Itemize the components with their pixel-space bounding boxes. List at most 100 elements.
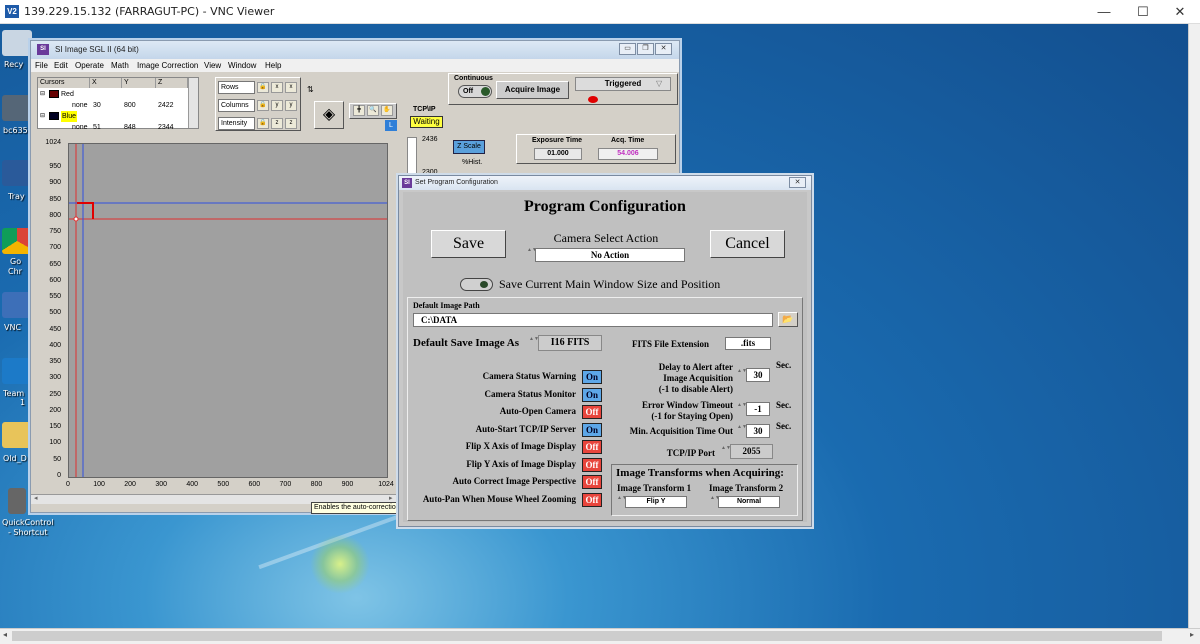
continuous-led	[481, 87, 490, 96]
menu-edit[interactable]: Edit	[54, 61, 68, 70]
toggle-button[interactable]: Off	[582, 457, 602, 472]
dialog-close-button[interactable]: ✕	[789, 177, 806, 188]
minimize-button[interactable]: —	[1084, 0, 1124, 24]
desktop-icon-label: Chr	[8, 267, 22, 276]
save-window-toggle[interactable]	[460, 278, 493, 291]
fits-ext-input[interactable]: .fits	[725, 337, 771, 350]
pan-hand-icon[interactable]: ⇅	[307, 85, 314, 94]
vnc-vertical-scrollbar[interactable]	[1188, 24, 1200, 628]
hand-tool-icon[interactable]: ✋	[381, 105, 393, 116]
min-acq-label: Min. Acquisition Time Out	[629, 426, 733, 436]
toggle-button[interactable]: On	[582, 370, 602, 384]
vnc-viewer-icon[interactable]	[2, 292, 32, 318]
cancel-button[interactable]: Cancel	[710, 230, 785, 258]
expand-icon[interactable]: ⊟	[40, 89, 45, 100]
tcp-port-input[interactable]: 2055	[730, 444, 773, 459]
close-button[interactable]: ✕	[1160, 0, 1200, 24]
chevron-down-icon[interactable]: ▽	[656, 79, 662, 88]
scroll-left-icon[interactable]: ◂	[3, 630, 7, 639]
exposure-time-input[interactable]: 01.000	[534, 148, 582, 160]
program-configuration-dialog[interactable]: SI Set Program Configuration ✕ Program C…	[398, 175, 812, 527]
toggle-button[interactable]: On	[582, 422, 602, 437]
sgl-restore-button[interactable]: ❐	[637, 43, 654, 55]
toggle-button[interactable]: Off	[582, 405, 602, 419]
desktop-icon-label: VNC	[4, 323, 22, 332]
chrome-icon[interactable]	[2, 228, 32, 254]
format-y-icon[interactable]: y	[285, 100, 297, 111]
spin-arrows-icon[interactable]: ▲▼	[737, 402, 747, 416]
format-z-icon[interactable]: z	[285, 118, 297, 129]
autoscale-y-icon[interactable]: y	[271, 100, 283, 111]
scroll-right-icon[interactable]: ▸	[1190, 630, 1194, 639]
desktop-icon-label: Go	[10, 257, 22, 266]
tray-icon[interactable]	[2, 160, 32, 186]
menu-operate[interactable]: Operate	[75, 61, 104, 70]
menu-math[interactable]: Math	[111, 61, 129, 70]
menu-view[interactable]: View	[204, 61, 221, 70]
recycle-bin-icon[interactable]	[2, 30, 32, 56]
folder-icon[interactable]	[2, 422, 32, 448]
spin-arrows-icon[interactable]: ▲▼	[710, 495, 720, 509]
spin-arrows-icon[interactable]: ▲▼	[737, 424, 747, 438]
spin-arrows-icon[interactable]: ▲▼	[617, 495, 627, 509]
transform2-ring[interactable]: Normal	[718, 496, 780, 508]
spin-arrows-icon[interactable]: ▲▼	[527, 247, 537, 261]
expand-icon[interactable]: ⊟	[40, 111, 45, 122]
delay-input[interactable]: 30	[746, 368, 770, 382]
menu-file[interactable]: File	[35, 61, 48, 70]
intensity-axis-label[interactable]: Intensity	[218, 117, 255, 130]
y-tick-label: 900	[49, 179, 61, 187]
save-button[interactable]: Save	[431, 230, 506, 258]
toggle-button[interactable]: Off	[582, 475, 602, 489]
cursor-name: Blue	[61, 111, 78, 122]
acq-time-label: Acq. Time	[611, 137, 645, 144]
zoom-tool-icon[interactable]: 🔍	[367, 105, 379, 116]
spin-arrows-icon[interactable]: ▲▼	[529, 336, 539, 350]
lock-icon[interactable]: 🔒	[257, 82, 269, 93]
x-tick-label: 700	[279, 481, 292, 488]
format-x-icon[interactable]: x	[285, 82, 297, 93]
quickcontrol-icon[interactable]	[8, 488, 26, 514]
navigation-diamond-icon[interactable]: ◈	[314, 101, 344, 129]
z-scale-button[interactable]: Z Scale	[453, 140, 485, 154]
vnc-h-scroll-thumb[interactable]	[12, 631, 1162, 641]
autoscale-x-icon[interactable]: x	[271, 82, 283, 93]
lock-icon[interactable]: 🔒	[257, 118, 269, 129]
toggle-label: Auto-Start TCP/IP Server	[475, 423, 576, 434]
min-acq-input[interactable]: 30	[746, 424, 770, 438]
acquire-image-button[interactable]: Acquire Image	[496, 81, 569, 99]
cursors-table[interactable]: Cursors X Y Z ⊟ Red none 30 800 2422 ⊟ B…	[37, 77, 199, 131]
lock-icon[interactable]: 🔒	[257, 100, 269, 111]
crosshair-tool-icon[interactable]: ╋	[353, 105, 365, 116]
spin-arrows-icon[interactable]: ▲▼	[721, 445, 731, 459]
rows-axis-label[interactable]: Rows	[218, 81, 255, 94]
maximize-button[interactable]: ☐	[1123, 0, 1163, 24]
toggle-button[interactable]: Off	[582, 440, 602, 454]
menu-window[interactable]: Window	[228, 61, 256, 70]
toggle-button[interactable]: On	[582, 387, 602, 402]
transform1-ring[interactable]: Flip Y	[625, 496, 687, 508]
scroll-right-icon[interactable]: ▸	[389, 494, 393, 502]
y-tick-label: 0	[57, 472, 61, 479]
menu-image-correction[interactable]: Image Correction	[137, 61, 198, 70]
x-tick-label: 1024	[378, 481, 394, 488]
camera-select-ring[interactable]: No Action	[535, 248, 685, 262]
default-path-input[interactable]: C:\DATA	[413, 313, 773, 327]
red-cursor-handle[interactable]	[73, 216, 79, 222]
columns-axis-label[interactable]: Columns	[218, 99, 255, 112]
bc635-icon[interactable]	[2, 95, 32, 121]
toggle-button[interactable]: Off	[582, 492, 602, 507]
teamviewer-icon[interactable]	[2, 358, 32, 384]
spin-arrows-icon[interactable]: ▲▼	[737, 368, 747, 382]
roi-marker	[77, 202, 94, 219]
sgl-minimize-button[interactable]: ▭	[619, 43, 636, 55]
image-plot[interactable]	[68, 143, 388, 478]
default-save-ring[interactable]: I16 FITS	[538, 335, 602, 351]
autoscale-z-icon[interactable]: z	[271, 118, 283, 129]
scroll-left-icon[interactable]: ◂	[34, 494, 38, 502]
cursors-scrollbar[interactable]	[188, 78, 198, 128]
menu-help[interactable]: Help	[265, 61, 281, 70]
error-timeout-input[interactable]: -1	[746, 402, 770, 416]
folder-browse-icon[interactable]: 📂	[778, 312, 798, 327]
sgl-close-button[interactable]: ✕	[655, 43, 672, 55]
